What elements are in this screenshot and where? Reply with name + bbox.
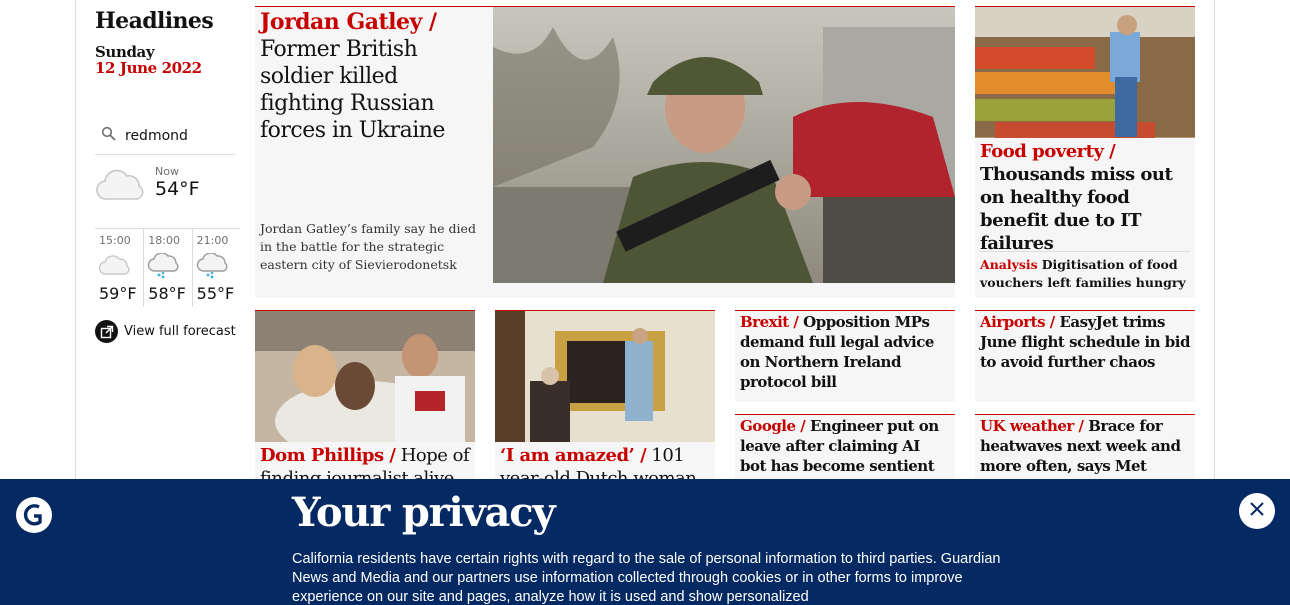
food-poverty-card[interactable]: Food poverty / Thousands miss out on hea… — [975, 6, 1195, 298]
forecast-temp: 58°F — [148, 284, 186, 303]
privacy-body: California residents have certain rights… — [292, 551, 1001, 605]
view-full-forecast-link[interactable]: View full forecast — [95, 320, 236, 343]
day-label: Sunday — [95, 43, 155, 61]
forecast-temp: 59°F — [99, 284, 137, 303]
privacy-title: Your privacy — [292, 489, 556, 536]
food-sublink[interactable]: Analysis Digitisation of food vouchers l… — [980, 251, 1190, 292]
lead-standfirst: Jordan Gatley’s family say he died in th… — [260, 221, 476, 272]
forecast-slot: 18:00 58°F — [143, 229, 191, 307]
lead-image[interactable] — [493, 7, 955, 283]
forecast-time: 18:00 — [148, 234, 180, 247]
lead-headline-text: Former British soldier killed fighting R… — [260, 37, 445, 143]
rain-cloud-icon — [196, 252, 230, 283]
amazed-image[interactable] — [495, 311, 715, 442]
lead-story-card[interactable]: Jordan Gatley / Former British soldier k… — [255, 6, 955, 298]
forecast-temp: 55°F — [196, 284, 235, 303]
food-sub-kicker: Analysis — [980, 257, 1038, 272]
uk-weather-kicker: UK weather / — [980, 417, 1084, 435]
brexit-headline[interactable]: Brexit / Opposition MPs demand full lega… — [740, 312, 950, 392]
forecast-slot: 21:00 55°F — [191, 229, 240, 307]
search-input[interactable]: redmond — [125, 128, 188, 144]
date-label: 12 June 2022 — [95, 59, 202, 77]
airports-kicker: Airports / — [980, 313, 1055, 331]
forecast-slot: 15:00 59°F — [95, 229, 143, 307]
view-forecast-label: View full forecast — [124, 324, 236, 339]
close-privacy-button[interactable] — [1239, 493, 1275, 529]
page-title: Headlines — [95, 8, 214, 34]
lead-headline[interactable]: Jordan Gatley / Former British soldier k… — [260, 9, 485, 144]
food-kicker: Food poverty / — [980, 141, 1116, 162]
cloud-icon — [98, 253, 132, 281]
brexit-kicker: Brexit / — [740, 313, 799, 331]
food-headline-text: Thousands miss out on healthy food benef… — [980, 164, 1173, 254]
brexit-card[interactable]: Brexit / Opposition MPs demand full lega… — [735, 310, 955, 402]
hourly-forecast: 15:00 59°F 18:00 58°F 21:00 55°F — [95, 228, 240, 307]
forecast-time: 15:00 — [99, 234, 131, 247]
dom-phillips-image[interactable] — [255, 311, 475, 442]
search-icon — [101, 126, 117, 146]
google-kicker: Google / — [740, 417, 806, 435]
guardian-logo-icon — [16, 497, 52, 533]
close-icon — [1249, 501, 1265, 521]
forecast-time: 21:00 — [196, 234, 229, 247]
food-headline[interactable]: Food poverty / Thousands miss out on hea… — [980, 140, 1192, 255]
amazed-kicker: ‘I am amazed’ / — [500, 445, 647, 466]
external-link-icon — [95, 320, 118, 343]
privacy-banner: Your privacy California residents have c… — [0, 479, 1290, 605]
airports-headline[interactable]: Airports / EasyJet trims June flight sch… — [980, 312, 1190, 372]
airports-card[interactable]: Airports / EasyJet trims June flight sch… — [975, 310, 1195, 402]
now-temp: 54°F — [155, 178, 200, 200]
rain-cloud-icon — [147, 252, 181, 283]
cloud-icon — [95, 167, 147, 207]
google-headline[interactable]: Google / Engineer put on leave after cla… — [740, 416, 950, 476]
location-search[interactable]: redmond — [95, 118, 235, 155]
date-header: Headlines Sunday 12 June 2022 — [95, 6, 235, 76]
dom-phillips-kicker: Dom Phillips / — [260, 445, 396, 466]
food-image[interactable] — [975, 7, 1195, 138]
weather-now: Now 54°F — [95, 165, 235, 220]
now-label: Now — [155, 165, 179, 178]
lead-kicker: Jordan Gatley / — [260, 9, 437, 35]
